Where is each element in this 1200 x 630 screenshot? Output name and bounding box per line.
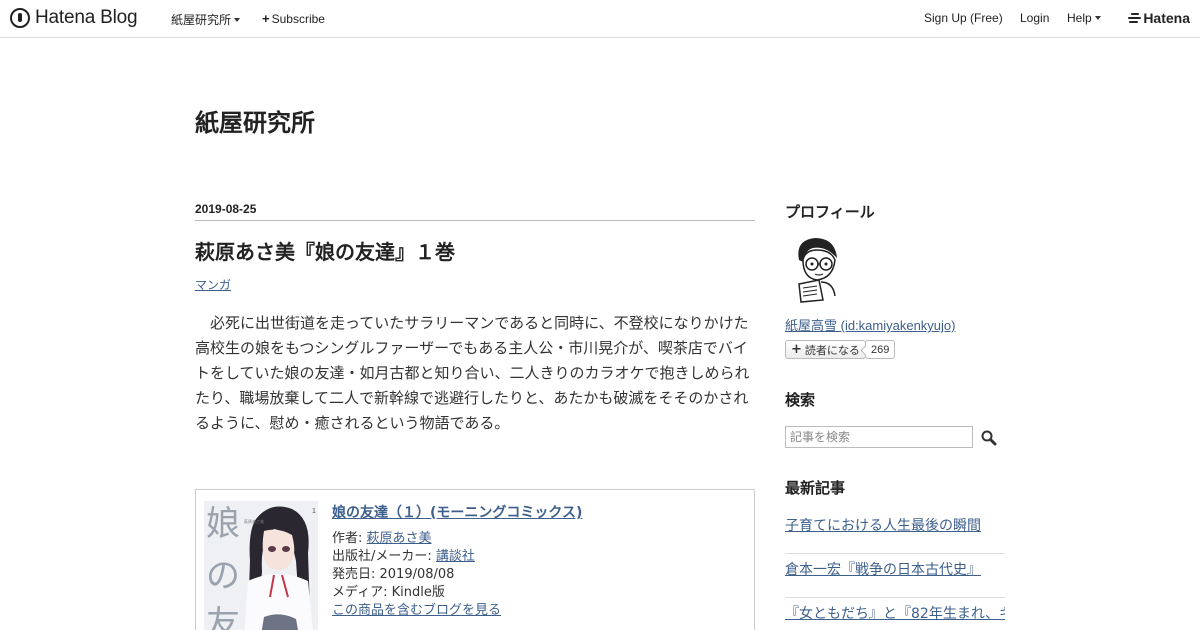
cover-title-char-3: 友 (206, 604, 240, 630)
signup-link[interactable]: Sign Up (Free) (924, 11, 1003, 25)
profile-heading: プロフィール (785, 203, 875, 221)
author-link[interactable]: 萩原あさ美 (367, 531, 432, 546)
hatena-link[interactable]: Hatena (1128, 10, 1190, 26)
become-reader-button[interactable]: + 読者になる (785, 340, 866, 359)
recent-entry-link[interactable]: 『女ともだち』と『82年生まれ、キム・ジヨン』 (785, 603, 1005, 623)
recent-entry-link[interactable]: 倉本一宏『戦争の日本古代史』 (785, 559, 1005, 579)
product-title-link[interactable]: 娘の友達（１）(モーニングコミックス) (332, 502, 582, 522)
publisher-link[interactable]: 講談社 (436, 549, 475, 564)
recent-entries-list: 子育てにおける人生最後の瞬間 倉本一宏『戦争の日本古代史』 『女ともだち』と『8… (785, 510, 1005, 630)
plus-icon: + (262, 11, 270, 26)
product-media: メディア: Kindle版 (332, 585, 445, 600)
reader-button-label: 読者になる (804, 343, 860, 357)
cover-volume: 1 (312, 508, 316, 515)
hatena-label: Hatena (1143, 10, 1190, 26)
product-author: 作者: 萩原あさ美 (332, 527, 432, 546)
publisher-label: 出版社/メーカー: (332, 549, 436, 564)
recent-heading: 最新記事 (785, 479, 846, 497)
reader-count-badge: 269 (865, 340, 896, 359)
hatena-logo-icon (1128, 12, 1142, 24)
product-release-date: 発売日: 2019/08/08 (332, 567, 455, 582)
entry-paragraph: 必死に出世街道を走っていたサラリーマンであると同時に、不登校になりかけた高校生の… (195, 314, 750, 432)
chevron-down-icon (234, 17, 241, 22)
search-heading: 検索 (785, 391, 816, 409)
product-publisher: 出版社/メーカー: 講談社 (332, 545, 475, 564)
entry-body: 必死に出世街道を走っていたサラリーマンであると同時に、不登校になりかけた高校生の… (195, 311, 755, 436)
help-dropdown[interactable]: Help (1067, 11, 1101, 25)
blog-title[interactable]: 紙屋研究所 (195, 103, 315, 138)
login-link[interactable]: Login (1020, 11, 1049, 25)
search-input[interactable] (785, 426, 973, 448)
entry-title[interactable]: 萩原あさ美『娘の友達』１巻 (195, 236, 455, 265)
chevron-down-icon (1094, 16, 1101, 20)
blog-menu-label: 紙屋研究所 (171, 13, 232, 27)
cover-author: 萩原あさ美 (244, 518, 264, 524)
profile-name-link[interactable]: 紙屋高雪 (id:kamiyakenkyujo) (785, 315, 956, 334)
recent-entry-link[interactable]: 子育てにおける人生最後の瞬間 (785, 515, 1005, 535)
hatena-blog-logo[interactable]: Hatena Blog (10, 7, 138, 29)
product-blogs-link[interactable]: この商品を含むブログを見る (332, 599, 501, 618)
cover-title-char-1: 娘 (206, 504, 240, 544)
product-box: 娘 の 友 1 萩原あさ美 娘の友達（１）(モーニングコミックス) 作者: 萩原… (195, 489, 755, 630)
subscribe-label: Subscribe (271, 11, 325, 26)
book-cover-image[interactable]: 娘 の 友 1 萩原あさ美 (204, 501, 318, 630)
help-label: Help (1067, 11, 1092, 25)
date-divider (195, 220, 755, 221)
category-link[interactable]: マンガ (195, 276, 231, 293)
blog-menu-dropdown[interactable]: 紙屋研究所 (171, 11, 241, 28)
recent-entry-item: 倉本一宏『戦争の日本古代史』 (785, 554, 1005, 598)
global-header: Hatena Blog 紙屋研究所 + Subscribe Sign Up (F… (0, 0, 1200, 38)
recent-entry-item: 『女ともだち』と『82年生まれ、キム・ジヨン』 (785, 598, 1005, 630)
plus-icon: + (791, 342, 802, 357)
entry-date[interactable]: 2019-08-25 (195, 202, 256, 216)
avatar-illustration (798, 238, 837, 303)
author-label: 作者: (332, 531, 367, 546)
hatena-blog-logo-icon (10, 8, 30, 28)
cover-title-char-2: の (206, 556, 240, 596)
brand-name: Hatena Blog (35, 7, 138, 28)
recent-entry-item: 子育てにおける人生最後の瞬間 (785, 510, 1005, 554)
profile-avatar[interactable] (785, 234, 849, 304)
search-icon[interactable] (980, 429, 998, 447)
book-cover-art: 娘 の 友 1 萩原あさ美 (204, 501, 318, 630)
subscribe-button[interactable]: + Subscribe (262, 11, 325, 26)
